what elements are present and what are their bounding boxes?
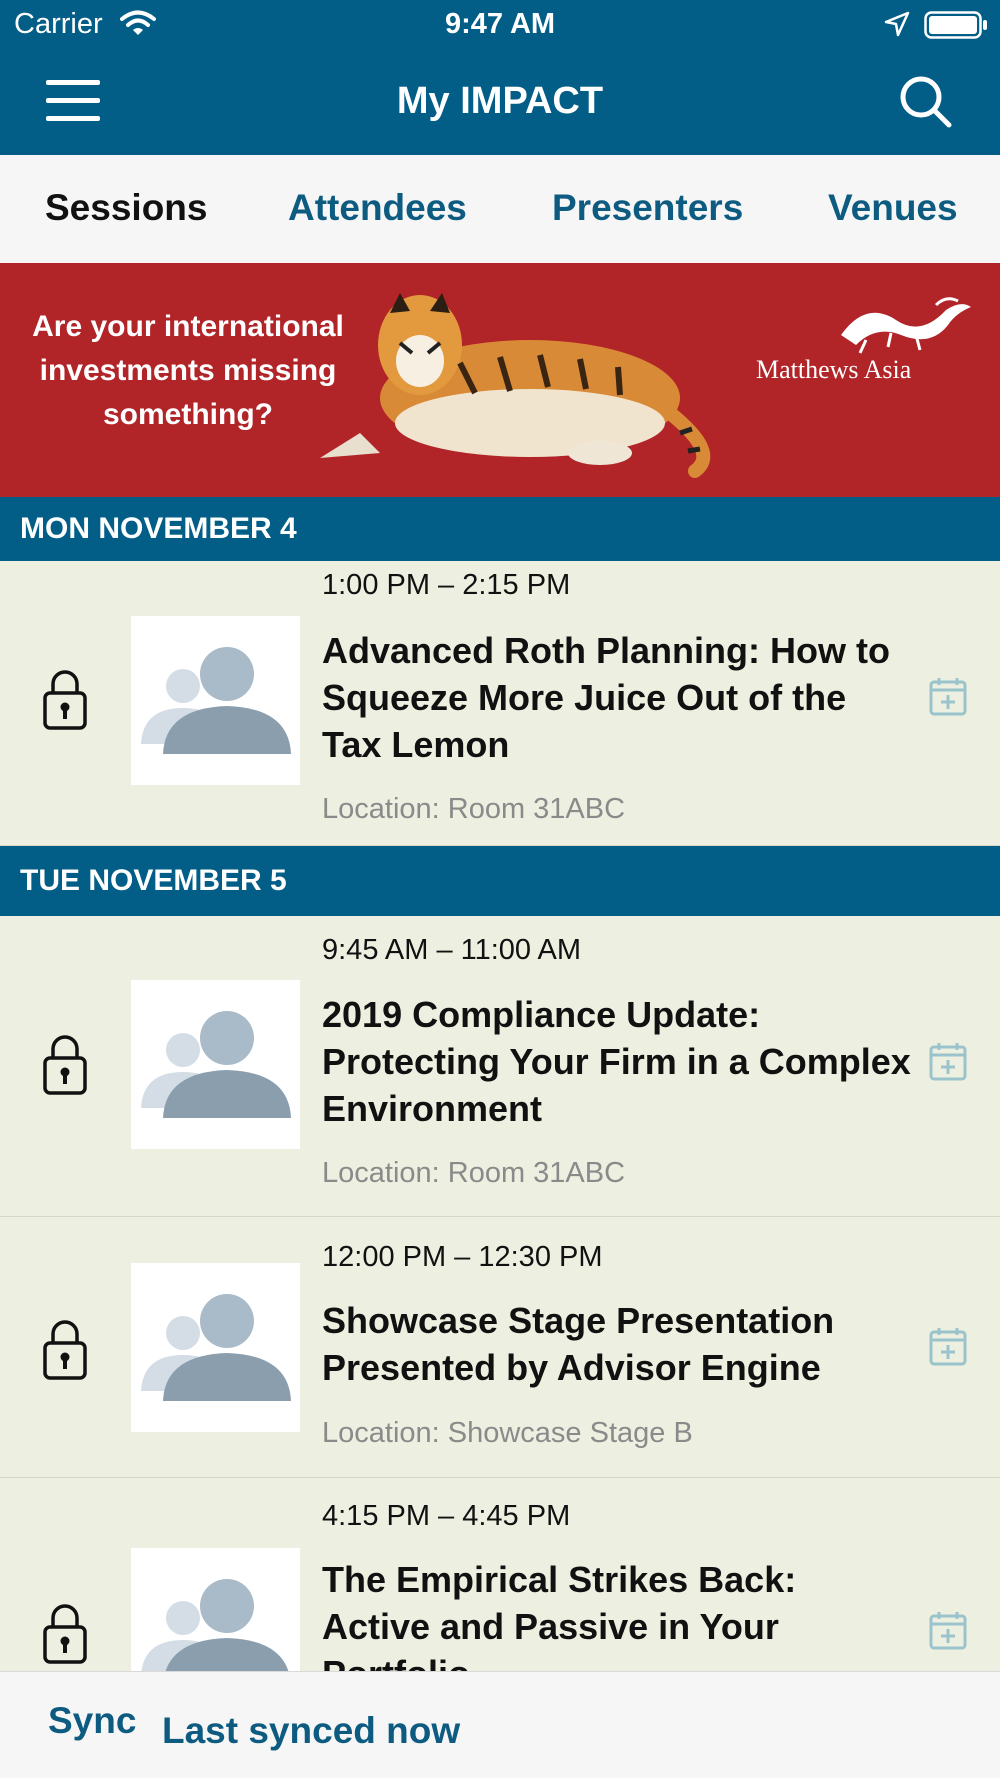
session-title: Advanced Roth Planning: How to Squeeze M…	[322, 630, 890, 765]
sync-button[interactable]: Sync	[48, 1700, 136, 1742]
banner-brand: Matthews Asia	[756, 355, 912, 384]
tab-attendees[interactable]: Attendees	[288, 187, 467, 229]
search-icon[interactable]	[898, 74, 954, 130]
session-row[interactable]: 1:00 PM – 2:15 PM Advanced Roth Planning…	[0, 561, 1000, 846]
session-title: Showcase Stage Presentation Presented by…	[322, 1300, 835, 1388]
status-bar: Carrier 9:47 AM	[0, 0, 1000, 50]
location-arrow-icon	[884, 11, 910, 37]
lock-icon	[43, 670, 87, 730]
presenter-placeholder-avatar	[131, 616, 300, 785]
lock-icon	[43, 1320, 87, 1380]
session-time: 1:00 PM – 2:15 PM	[322, 569, 571, 601]
session-location: Location: Room 31ABC	[322, 793, 626, 825]
lock-icon	[43, 1035, 87, 1095]
sync-footer: Sync Last synced now	[0, 1671, 1000, 1778]
tab-sessions[interactable]: Sessions	[45, 187, 207, 229]
session-title: The Empirical Strikes Back: Active and P…	[322, 1559, 797, 1671]
tiger-image	[320, 293, 711, 478]
presenter-placeholder-avatar	[131, 980, 300, 1149]
matthews-asia-logo	[841, 297, 971, 354]
tab-venues[interactable]: Venues	[828, 187, 958, 229]
presenter-placeholder-avatar	[131, 1263, 300, 1432]
add-to-calendar-icon[interactable]	[929, 676, 967, 716]
tab-presenters[interactable]: Presenters	[552, 187, 743, 229]
navigation-bar: My IMPACT	[0, 50, 1000, 155]
session-time: 9:45 AM – 11:00 AM	[322, 934, 582, 966]
session-row[interactable]: 9:45 AM – 11:00 AM 2019 Compliance Updat…	[0, 916, 1000, 1217]
day-header: TUE NOVEMBER 5	[0, 846, 1000, 916]
sync-status: Last synced now	[162, 1710, 461, 1751]
add-to-calendar-icon[interactable]	[929, 1041, 967, 1081]
page-title: My IMPACT	[396, 80, 604, 122]
lock-icon	[43, 1604, 87, 1664]
sponsor-banner[interactable]: Are your international investments missi…	[0, 263, 1000, 497]
add-to-calendar-icon[interactable]	[929, 1610, 967, 1650]
session-title: 2019 Compliance Update: Protecting Your …	[322, 994, 911, 1129]
presenter-placeholder-avatar	[131, 1548, 300, 1671]
clock: 9:47 AM	[444, 8, 556, 40]
session-time: 4:15 PM – 4:45 PM	[322, 1500, 571, 1532]
session-row[interactable]: 4:15 PM – 4:45 PM The Empirical Strikes …	[0, 1478, 1000, 1671]
battery-icon	[924, 11, 987, 39]
session-location: Location: Showcase Stage B	[322, 1417, 693, 1449]
session-location: Location: Room 31ABC	[322, 1157, 626, 1189]
day-header: MON NOVEMBER 4	[0, 497, 1000, 561]
add-to-calendar-icon[interactable]	[929, 1326, 967, 1366]
session-time: 12:00 PM – 12:30 PM	[322, 1241, 603, 1273]
session-row[interactable]: 12:00 PM – 12:30 PM Showcase Stage Prese…	[0, 1217, 1000, 1478]
tab-bar: Sessions Attendees Presenters Venues	[0, 155, 1000, 263]
